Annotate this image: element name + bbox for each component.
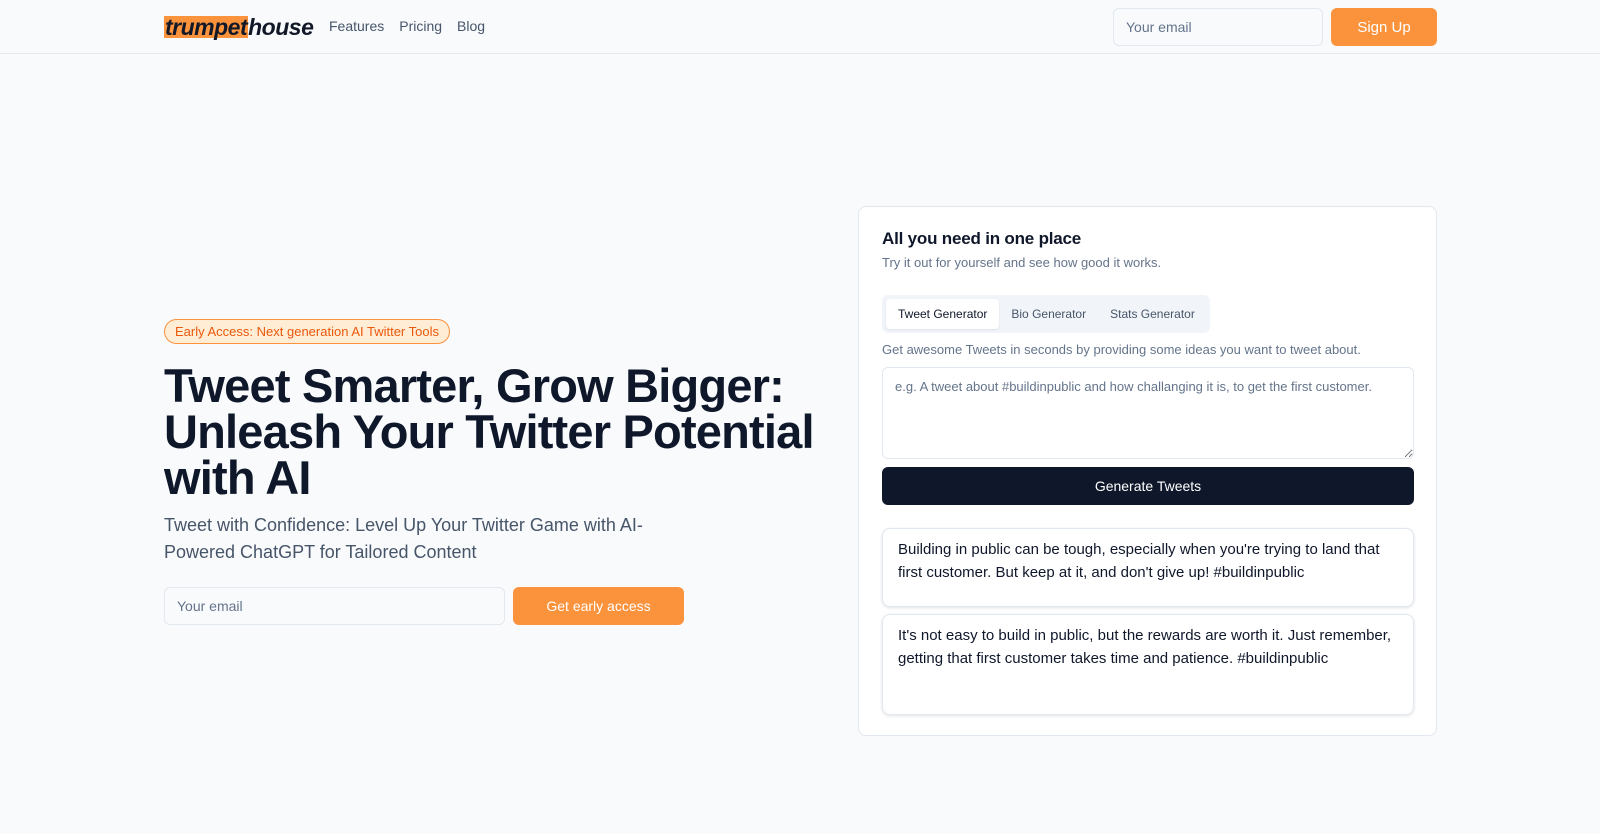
main-nav: Features Pricing Blog [329, 18, 485, 34]
generator-tabs: Tweet Generator Bio Generator Stats Gene… [882, 295, 1210, 333]
generated-tweet: It's not easy to build in public, but th… [882, 614, 1414, 715]
tab-bio-generator[interactable]: Bio Generator [999, 299, 1098, 329]
nav-blog[interactable]: Blog [457, 18, 485, 34]
demo-title: All you need in one place [882, 229, 1082, 248]
generate-tweets-button[interactable]: Generate Tweets [882, 467, 1414, 505]
nav-pricing[interactable]: Pricing [399, 18, 442, 34]
hero-title: Tweet Smarter, Grow Bigger: Unleash Your… [164, 359, 815, 504]
generated-tweet: Building in public can be tough, especia… [882, 528, 1414, 607]
hero-email-input[interactable] [164, 587, 505, 625]
early-access-badge: Early Access: Next generation AI Twitter… [164, 319, 450, 344]
demo-card: All you need in one place Try it out for… [858, 206, 1437, 736]
nav-features[interactable]: Features [329, 18, 384, 34]
tab-stats-generator[interactable]: Stats Generator [1098, 299, 1207, 329]
hero-subtitle: Tweet with Confidence: Level Up Your Twi… [164, 515, 643, 562]
header-email-input[interactable] [1113, 8, 1323, 46]
brand-logo[interactable]: trumpet house [164, 13, 314, 40]
landing-page: trumpethouse Features Pricing Blog Sign … [0, 0, 1600, 834]
generator-description: Get awesome Tweets in seconds by providi… [882, 342, 1361, 357]
logo-highlight-text: trumpet [164, 14, 249, 40]
top-header: trumpethouse Features Pricing Blog Sign … [0, 0, 1600, 54]
tweet-idea-textarea[interactable] [882, 367, 1414, 459]
tab-tweet-generator[interactable]: Tweet Generator [886, 299, 1000, 329]
signup-button[interactable]: Sign Up [1331, 8, 1437, 46]
logo-text: house [248, 13, 314, 40]
demo-subtitle: Try it out for yourself and see how good… [882, 255, 1162, 270]
get-early-access-button[interactable]: Get early access [513, 587, 684, 625]
